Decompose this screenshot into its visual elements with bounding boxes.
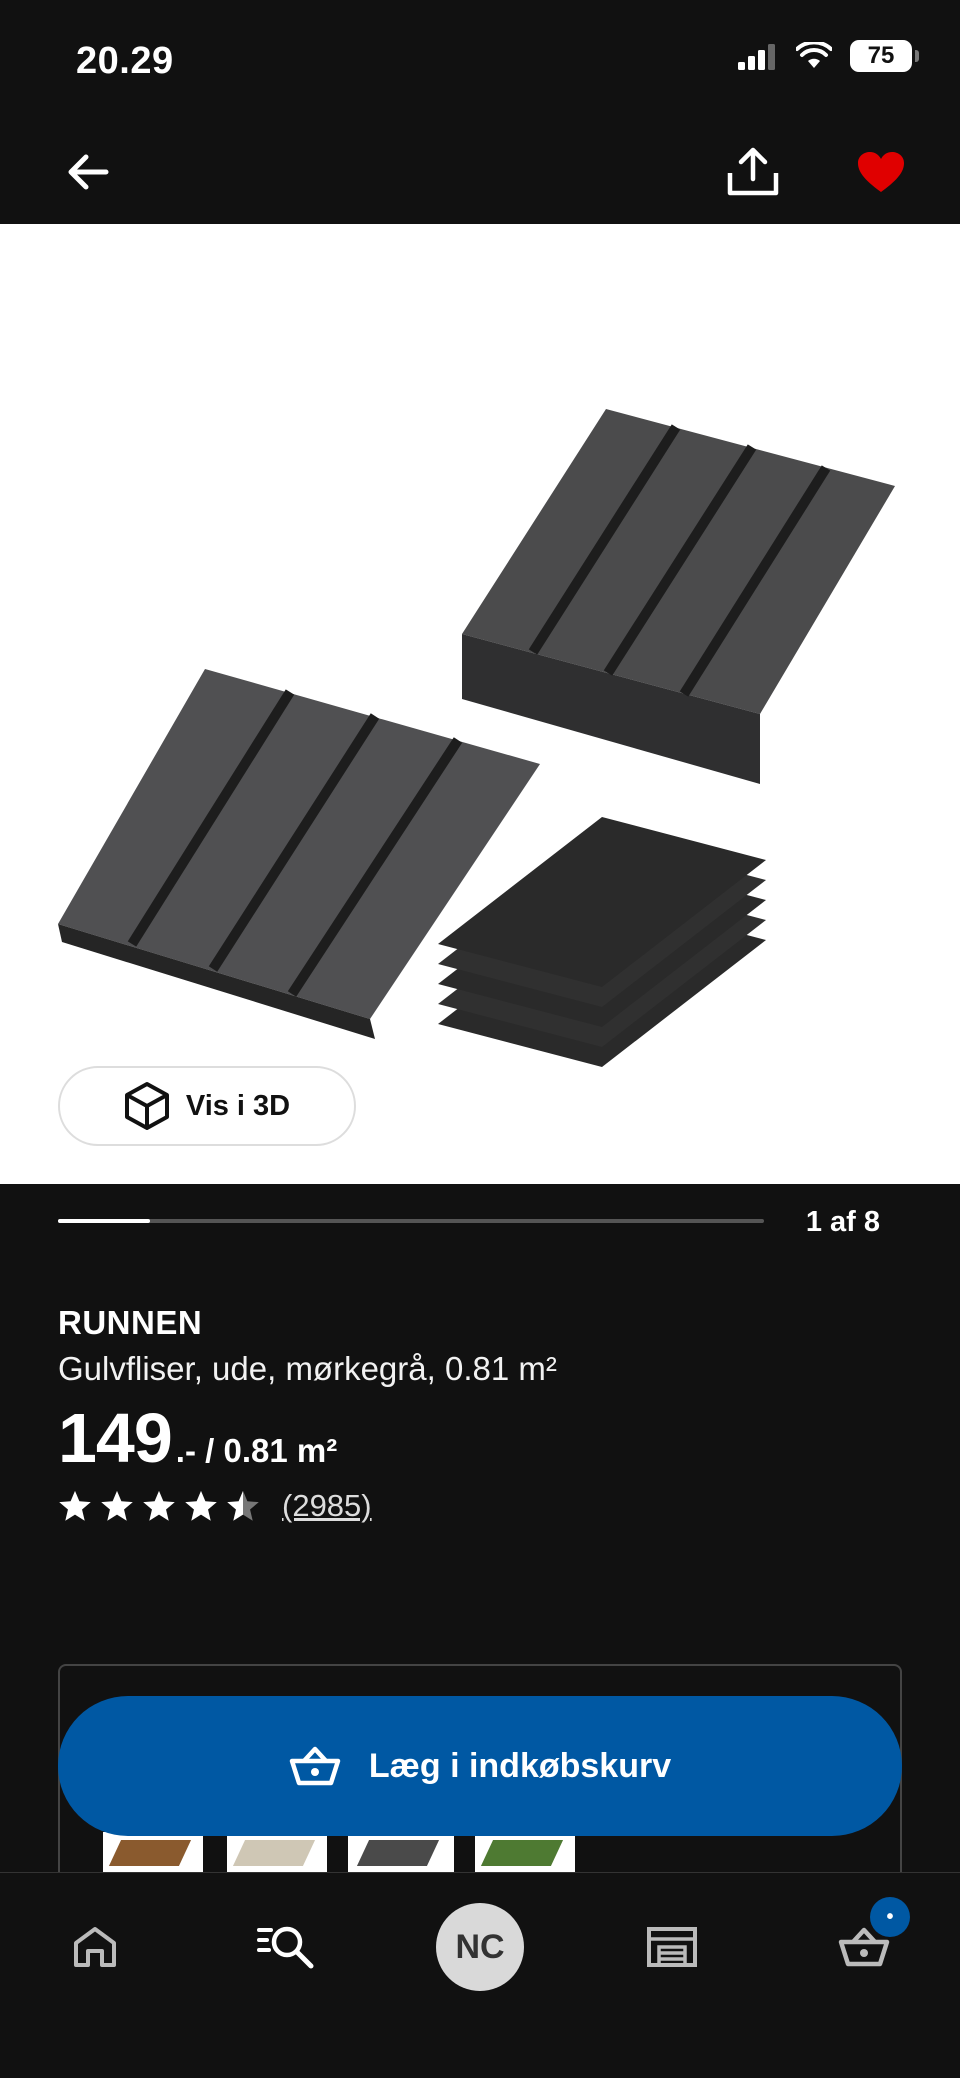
gallery-progress-fill bbox=[58, 1219, 150, 1223]
tab-profile[interactable]: NC bbox=[430, 1897, 530, 1997]
variant-swatch-image bbox=[480, 1840, 564, 1866]
top-nav bbox=[0, 120, 960, 224]
view-3d-label: Vis i 3D bbox=[185, 1089, 291, 1122]
cube-icon bbox=[124, 1082, 169, 1130]
star-icon bbox=[227, 1490, 259, 1521]
add-to-cart-button[interactable]: Læg i indkøbskurv bbox=[58, 1696, 902, 1836]
product-photo bbox=[58, 409, 895, 1067]
heart-icon bbox=[858, 152, 904, 192]
add-to-cart-label: Læg i indkøbskurv bbox=[368, 1746, 672, 1785]
back-button[interactable] bbox=[58, 142, 118, 202]
rating-stars bbox=[58, 1489, 260, 1523]
star-icon bbox=[59, 1490, 91, 1521]
arrow-left-icon bbox=[68, 154, 109, 190]
star-icon bbox=[101, 1490, 133, 1521]
search-icon bbox=[257, 1926, 314, 1969]
variant-swatch-dark-grey[interactable] bbox=[348, 1829, 454, 1879]
product-description: Gulvfliser, ude, mørkegrå, 0.81 m² bbox=[58, 1350, 557, 1387]
variant-swatches bbox=[103, 1829, 575, 1879]
price-suffix: .- / 0.81 m² bbox=[175, 1432, 338, 1469]
avatar: NC bbox=[436, 1903, 524, 1991]
wifi-icon bbox=[796, 42, 832, 68]
gallery-progress bbox=[58, 1219, 764, 1223]
star-icon bbox=[185, 1490, 217, 1521]
variant-swatch-image bbox=[108, 1840, 192, 1866]
battery-indicator: 75 bbox=[850, 40, 919, 72]
product-rating[interactable]: (2985) bbox=[58, 1488, 372, 1524]
cart-badge: • bbox=[870, 1897, 910, 1937]
review-count-link[interactable]: (2985) bbox=[282, 1488, 372, 1524]
variant-swatch-image bbox=[356, 1840, 440, 1866]
tab-cart[interactable]: • bbox=[814, 1897, 914, 1997]
tab-search[interactable] bbox=[236, 1897, 336, 1997]
share-icon bbox=[727, 147, 779, 196]
bottom-nav: NC • bbox=[0, 1872, 960, 2078]
tab-stores[interactable] bbox=[622, 1897, 722, 1997]
tab-home[interactable] bbox=[45, 1897, 145, 1997]
variant-swatch-image bbox=[232, 1840, 316, 1866]
variant-swatch-green[interactable] bbox=[475, 1832, 575, 1876]
basket-icon bbox=[289, 1746, 341, 1786]
favorite-button[interactable] bbox=[851, 142, 911, 202]
status-icons: 75 bbox=[738, 40, 919, 72]
product-price: 149 .- / 0.81 m² bbox=[58, 1398, 337, 1478]
gallery-page-indicator: 1 af 8 bbox=[805, 1206, 880, 1238]
status-bar: 20.29 75 bbox=[0, 0, 960, 120]
share-button[interactable] bbox=[723, 142, 783, 202]
product-name: RUNNEN bbox=[58, 1304, 203, 1341]
variant-swatch-beige[interactable] bbox=[227, 1832, 327, 1876]
star-icon bbox=[143, 1490, 175, 1521]
view-3d-button[interactable]: Vis i 3D bbox=[58, 1066, 356, 1146]
home-icon bbox=[74, 1927, 116, 1967]
product-image[interactable]: Vis i 3D bbox=[0, 224, 960, 1184]
store-icon bbox=[647, 1927, 697, 1967]
variant-swatch-brown[interactable] bbox=[103, 1832, 203, 1876]
status-time: 20.29 bbox=[76, 40, 174, 82]
price-integer: 149 bbox=[58, 1399, 173, 1477]
signal-icon bbox=[738, 44, 775, 70]
